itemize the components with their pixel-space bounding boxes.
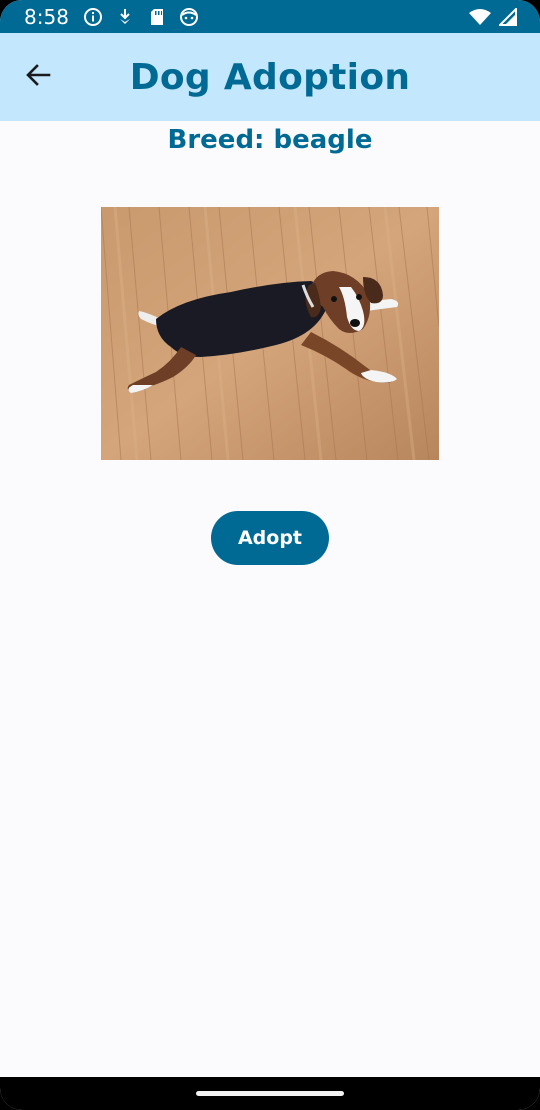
app-screen: 8:58 Dog Adoption Breed: beagle Adopt xyxy=(0,0,540,1110)
status-bar: 8:58 xyxy=(0,0,540,33)
signal-icon xyxy=(498,7,518,27)
sd-card-icon xyxy=(147,7,167,27)
dog-photo xyxy=(101,207,439,460)
page-title: Dog Adoption xyxy=(129,56,411,98)
notification-icons xyxy=(83,7,199,27)
app-bar: Dog Adoption xyxy=(0,33,540,121)
system-icons xyxy=(468,7,518,27)
status-time: 8:58 xyxy=(24,4,69,29)
download-icon xyxy=(115,7,135,27)
breed-label: Breed: beagle xyxy=(167,125,373,155)
home-gesture-handle[interactable] xyxy=(196,1091,344,1096)
gesture-nav-bar xyxy=(0,1077,540,1110)
arrow-back-icon xyxy=(25,62,51,93)
info-icon xyxy=(83,7,103,27)
face-icon xyxy=(179,7,199,27)
back-button[interactable] xyxy=(16,55,60,99)
wifi-icon xyxy=(468,7,492,27)
adopt-button[interactable]: Adopt xyxy=(211,511,329,565)
